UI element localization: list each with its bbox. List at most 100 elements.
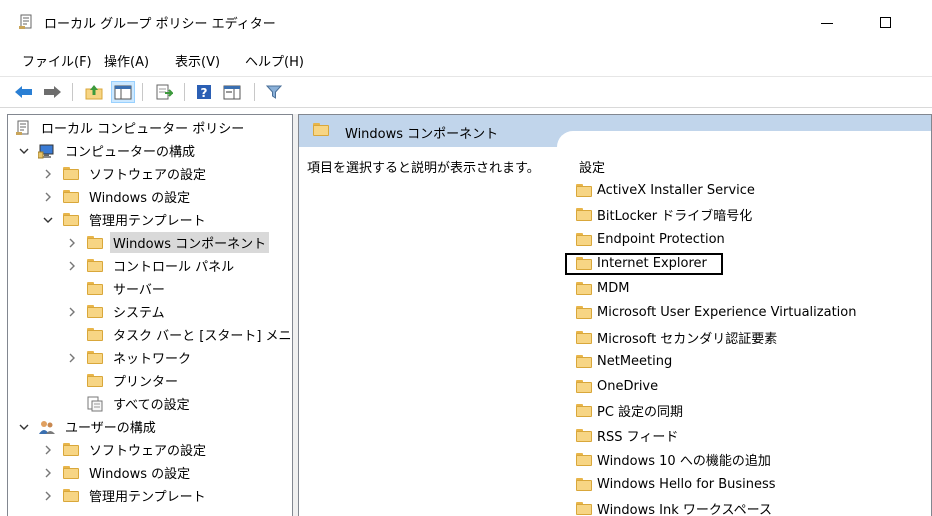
chevron-right-icon[interactable]	[66, 237, 78, 249]
tree-item[interactable]: タスク バーと [スタート] メニュー	[66, 323, 292, 346]
extended-view-button[interactable]	[220, 81, 244, 103]
export-list-button[interactable]	[152, 81, 176, 103]
computer-icon	[38, 143, 56, 159]
folder-icon	[575, 378, 593, 394]
list-item[interactable]: Windows 10 への機能の追加	[575, 449, 771, 471]
chevron-right-icon[interactable]	[42, 467, 54, 479]
tree-item[interactable]: 管理用テンプレート	[42, 208, 209, 231]
menu-action[interactable]: 操作(A)	[104, 51, 149, 70]
chevron-right-icon[interactable]	[66, 306, 78, 318]
folder-icon	[575, 256, 593, 272]
folder-icon	[575, 501, 593, 516]
description-text: 項目を選択すると説明が表示されます。	[307, 161, 540, 176]
tree-item[interactable]: システム	[66, 300, 168, 323]
tree-item-label: 管理用テンプレート	[89, 214, 206, 229]
list-item[interactable]: MDM	[575, 277, 629, 299]
tree-item[interactable]: サーバー	[66, 277, 168, 300]
tree-item[interactable]: 管理用テンプレート	[42, 484, 209, 507]
tree-item[interactable]: Windows の設定	[42, 461, 193, 484]
tree-item[interactable]: ローカル コンピューター ポリシー	[14, 116, 247, 139]
chevron-down-icon[interactable]	[18, 145, 30, 157]
all-settings-icon	[86, 396, 104, 412]
tree-item[interactable]: ソフトウェアの設定	[42, 162, 209, 185]
tree-item[interactable]: ソフトウェアの設定	[42, 438, 209, 461]
maximize-button[interactable]	[862, 6, 908, 38]
list-item[interactable]: OneDrive	[575, 375, 658, 397]
menu-view[interactable]: 表示(V)	[175, 51, 220, 70]
show-hide-tree-button[interactable]	[111, 81, 135, 103]
help-button[interactable]: ?	[192, 81, 216, 103]
tree-item[interactable]: コントロール パネル	[66, 254, 237, 277]
folder-icon	[86, 373, 104, 389]
tree-item[interactable]: プリンター	[66, 369, 181, 392]
menu-help[interactable]: ヘルプ(H)	[245, 51, 304, 70]
list-item-label: ActiveX Installer Service	[597, 182, 755, 198]
list-item-label: MDM	[597, 280, 630, 296]
list-item-label: BitLocker ドライブ暗号化	[597, 209, 753, 224]
list-item-label: PC 設定の同期	[597, 405, 684, 420]
list-item-label: NetMeeting	[597, 354, 673, 369]
standard-tab-decoration	[557, 131, 931, 151]
list-item[interactable]: RSS フィード	[575, 424, 678, 446]
menu-file[interactable]: ファイル(F)	[22, 51, 92, 70]
tree-item[interactable]: コンピューターの構成	[18, 139, 198, 162]
filter-button[interactable]	[262, 81, 286, 103]
tree-item[interactable]: ネットワーク	[66, 346, 194, 369]
window-title: ローカル グループ ポリシー エディター	[44, 17, 276, 32]
maximize-icon	[879, 16, 891, 28]
back-button[interactable]	[12, 81, 36, 103]
tree-item[interactable]: ユーザーの構成	[18, 415, 159, 438]
list-item[interactable]: ActiveX Installer Service	[575, 179, 755, 201]
forward-button[interactable]	[40, 81, 64, 103]
toolbar-separator	[142, 83, 143, 101]
tree-item[interactable]: Windows コンポーネント	[66, 231, 270, 254]
list-item-label: Endpoint Protection	[597, 231, 725, 247]
list-item[interactable]: PC 設定の同期	[575, 400, 683, 422]
details-pane: Windows コンポーネント 項目を選択すると説明が表示されます。 設定 Ac…	[298, 114, 932, 516]
folder-icon	[575, 305, 593, 321]
tree-item-label: Windows の設定	[89, 191, 191, 206]
list-item[interactable]: BitLocker ドライブ暗号化	[575, 204, 752, 226]
console-tree[interactable]: ローカル コンピューター ポリシー コンピューターの構成 ソフトウェアの設定 Wind…	[7, 114, 293, 516]
tree-item[interactable]: すべての設定	[66, 392, 193, 415]
tree-item-label: ユーザーの構成	[65, 421, 156, 436]
list-item[interactable]: Internet Explorer	[565, 252, 723, 275]
list-item[interactable]: NetMeeting	[575, 351, 672, 373]
minimize-button[interactable]	[804, 6, 850, 38]
tree-item-label: ソフトウェアの設定	[89, 168, 207, 183]
toolbar-separator	[72, 83, 73, 101]
tree-item-label: サーバー	[113, 283, 165, 298]
tree-item-label: Windows コンポーネント	[110, 232, 270, 253]
folder-icon	[62, 166, 80, 182]
chevron-right-icon[interactable]	[42, 490, 54, 502]
column-header-setting[interactable]: 設定	[579, 157, 605, 176]
title-bar: ローカル グループ ポリシー エディター	[0, 0, 932, 40]
show-hide-tree-icon	[114, 85, 132, 100]
list-item[interactable]: Microsoft User Experience Virtualization	[575, 302, 856, 324]
filter-icon	[266, 85, 282, 99]
list-item[interactable]: Endpoint Protection	[575, 228, 725, 250]
list-item[interactable]: Microsoft セカンダリ認証要素	[575, 326, 777, 348]
tree-item[interactable]: Windows の設定	[42, 185, 193, 208]
list-item-label: Windows Ink ワークスペース	[597, 503, 772, 516]
chevron-right-icon[interactable]	[66, 352, 78, 364]
folder-icon	[575, 354, 593, 370]
details-header-title: Windows コンポーネント	[345, 127, 499, 142]
folder-icon	[62, 189, 80, 205]
chevron-right-icon[interactable]	[66, 260, 78, 272]
chevron-right-icon[interactable]	[42, 191, 54, 203]
chevron-down-icon[interactable]	[42, 214, 54, 226]
chevron-right-icon[interactable]	[42, 168, 54, 180]
folder-icon	[575, 182, 593, 198]
list-item[interactable]: Windows Ink ワークスペース	[575, 498, 772, 516]
list-item-label: RSS フィード	[597, 429, 679, 445]
folder-icon	[575, 329, 593, 345]
up-button[interactable]	[82, 81, 106, 103]
chevron-right-icon[interactable]	[42, 444, 54, 456]
policy-icon	[14, 120, 32, 136]
chevron-down-icon[interactable]	[18, 421, 30, 433]
folder-icon	[86, 258, 104, 274]
list-item[interactable]: Windows Hello for Business	[575, 473, 776, 495]
policy-editor-icon	[18, 14, 34, 30]
folder-icon	[575, 403, 593, 419]
